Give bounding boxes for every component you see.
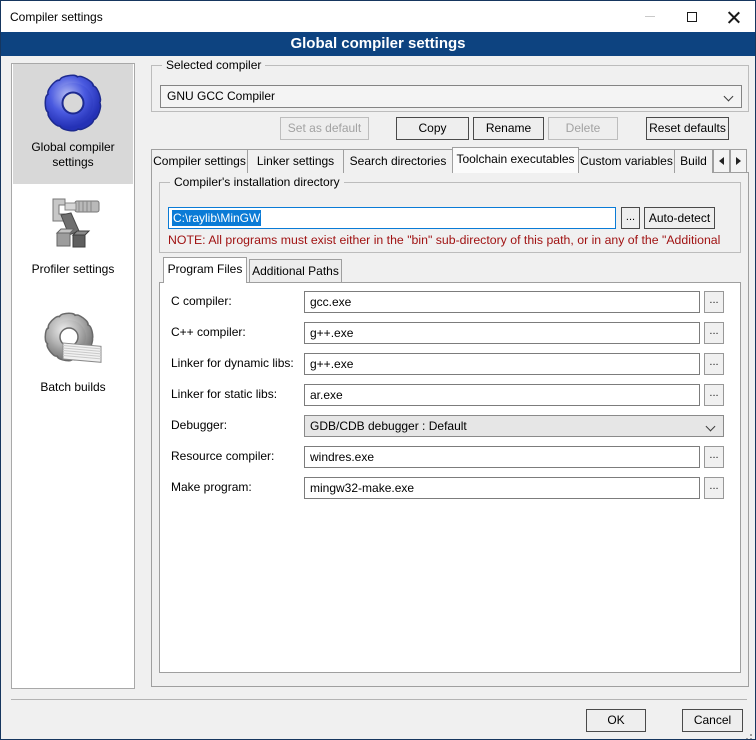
selected-compiler-group-label: Selected compiler <box>162 58 265 72</box>
tab-search-directories[interactable]: Search directories <box>343 149 453 173</box>
sidebar-item-profiler-settings[interactable]: Profiler settings <box>13 186 133 294</box>
title-bar: Compiler settings <box>1 1 755 32</box>
static-linker-input[interactable]: ar.exe <box>304 384 700 406</box>
tab-compiler-settings[interactable]: Compiler settings <box>151 149 248 173</box>
cancel-button[interactable]: Cancel <box>682 709 743 732</box>
close-button[interactable] <box>713 1 755 32</box>
c-compiler-browse-button[interactable]: ... <box>704 291 724 313</box>
copy-button[interactable]: Copy <box>396 117 469 140</box>
debugger-select-value: GDB/CDB debugger : Default <box>310 419 467 433</box>
dynamic-linker-browse-button[interactable]: ... <box>704 353 724 375</box>
compiler-select[interactable]: GNU GCC Compiler <box>160 85 742 108</box>
field-label: Make program: <box>171 480 252 494</box>
set-as-default-button: Set as default <box>280 117 369 140</box>
minimize-button <box>629 1 671 32</box>
sidebar-item-label: Global compiler settings <box>13 140 133 170</box>
window-title: Compiler settings <box>1 10 629 24</box>
installation-directory-input[interactable]: C:\raylib\MinGW <box>168 207 616 229</box>
tab-custom-variables[interactable]: Custom variables <box>578 149 675 173</box>
field-label: Linker for dynamic libs: <box>171 356 294 370</box>
minimize-icon <box>645 16 655 17</box>
installation-directory-group: Compiler's installation directory C:\ray… <box>159 182 741 253</box>
c-compiler-input[interactable]: gcc.exe <box>304 291 700 313</box>
settings-category-list: Global compiler settings Profiler settin… <box>11 63 135 689</box>
blue-gear-icon <box>41 71 105 135</box>
compiler-settings-dialog: Compiler settings Global compiler settin… <box>0 0 756 740</box>
make-program-input[interactable]: mingw32-make.exe <box>304 477 700 499</box>
page-title: Global compiler settings <box>1 32 755 56</box>
tab-scroll-right-button[interactable] <box>730 149 747 173</box>
sidebar-item-label: Batch builds <box>40 380 105 395</box>
resize-grip[interactable] <box>750 734 752 736</box>
field-label: Linker for static libs: <box>171 387 277 401</box>
tab-build-options[interactable]: Build <box>674 149 713 173</box>
static-linker-browse-button[interactable]: ... <box>704 384 724 406</box>
selected-compiler-group: Selected compiler GNU GCC Compiler <box>151 65 749 112</box>
make-program-browse-button[interactable]: ... <box>704 477 724 499</box>
tab-scroll-left-icon <box>719 157 724 165</box>
compiler-select-value: GNU GCC Compiler <box>167 89 275 103</box>
rename-button[interactable]: Rename <box>473 117 544 140</box>
tab-linker-settings[interactable]: Linker settings <box>247 149 344 173</box>
field-row-c-compiler: C compiler: gcc.exe ... <box>159 291 741 313</box>
installation-note: NOTE: All programs must exist either in … <box>168 233 738 247</box>
field-label: Resource compiler: <box>171 449 274 463</box>
reset-defaults-button[interactable]: Reset defaults <box>646 117 729 140</box>
maximize-button[interactable] <box>671 1 713 32</box>
cpp-compiler-input[interactable]: g++.exe <box>304 322 700 344</box>
field-row-resource-compiler: Resource compiler: windres.exe ... <box>159 446 741 468</box>
field-row-cpp-compiler: C++ compiler: g++.exe ... <box>159 322 741 344</box>
tab-additional-paths[interactable]: Additional Paths <box>249 259 342 283</box>
debugger-select[interactable]: GDB/CDB debugger : Default <box>304 415 724 437</box>
field-label: C++ compiler: <box>171 325 246 339</box>
field-label: Debugger: <box>171 418 227 432</box>
gray-gear-papers-icon <box>39 307 107 375</box>
ok-button[interactable]: OK <box>586 709 646 732</box>
field-row-make-program: Make program: mingw32-make.exe ... <box>159 477 741 499</box>
footer-divider <box>11 699 747 700</box>
tab-scroll-left-button[interactable] <box>713 149 730 173</box>
tab-program-files[interactable]: Program Files <box>163 257 247 283</box>
installation-directory-value: C:\raylib\MinGW <box>172 210 261 226</box>
tab-toolchain-executables[interactable]: Toolchain executables <box>452 147 579 173</box>
maximize-icon <box>687 12 697 22</box>
field-row-static-linker: Linker for static libs: ar.exe ... <box>159 384 741 406</box>
sidebar-item-batch-builds[interactable]: Batch builds <box>13 300 133 422</box>
tab-scroll-right-icon <box>736 157 741 165</box>
sidebar-item-label: Profiler settings <box>32 262 115 277</box>
cpp-compiler-browse-button[interactable]: ... <box>704 322 724 344</box>
close-icon <box>728 11 740 23</box>
micrometer-icon <box>41 193 105 257</box>
browse-directory-button[interactable]: ... <box>621 207 640 229</box>
delete-button: Delete <box>548 117 618 140</box>
resource-compiler-input[interactable]: windres.exe <box>304 446 700 468</box>
chevron-down-icon <box>724 92 734 102</box>
sidebar-item-global-compiler-settings[interactable]: Global compiler settings <box>13 64 133 184</box>
field-row-debugger: Debugger: GDB/CDB debugger : Default <box>159 415 741 437</box>
field-row-dynamic-linker: Linker for dynamic libs: g++.exe ... <box>159 353 741 375</box>
dynamic-linker-input[interactable]: g++.exe <box>304 353 700 375</box>
chevron-down-icon <box>706 422 716 432</box>
resource-compiler-browse-button[interactable]: ... <box>704 446 724 468</box>
field-label: C compiler: <box>171 294 232 308</box>
auto-detect-button[interactable]: Auto-detect <box>644 207 715 229</box>
installation-directory-group-label: Compiler's installation directory <box>170 175 344 189</box>
